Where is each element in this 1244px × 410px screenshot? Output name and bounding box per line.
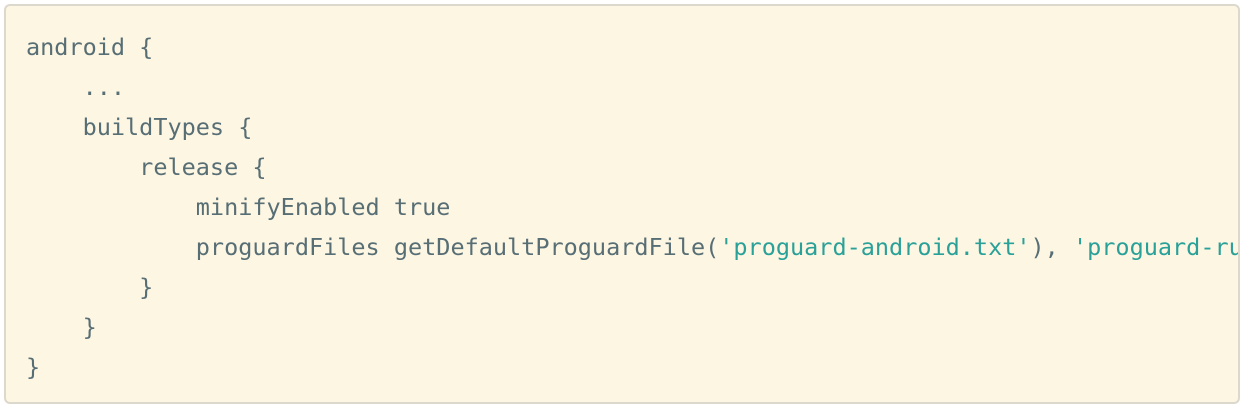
code-token: android { — [26, 33, 154, 61]
code-content: android { ... buildTypes { release { min… — [26, 27, 1240, 387]
code-string-literal: 'proguard-rules.pro' — [1072, 233, 1240, 261]
code-token: } — [26, 273, 154, 301]
code-token: proguardFiles getDefaultProguardFile( — [26, 233, 720, 261]
code-line: minifyEnabled true — [26, 187, 1238, 227]
code-line: } — [26, 267, 1238, 307]
code-token: minifyEnabled true — [26, 193, 451, 221]
code-line: } — [26, 307, 1238, 347]
code-token: } — [26, 353, 41, 381]
code-line: ... — [26, 67, 1238, 107]
code-token: buildTypes { — [26, 113, 253, 141]
code-line: release { — [26, 147, 1238, 187]
code-line: android { — [26, 27, 1238, 67]
code-line: buildTypes { — [26, 107, 1238, 147]
code-token: ... — [26, 73, 126, 101]
code-block: android { ... buildTypes { release { min… — [4, 4, 1240, 404]
code-line: proguardFiles getDefaultProguardFile('pr… — [26, 227, 1240, 267]
code-token: ), — [1030, 233, 1073, 261]
code-string-literal: 'proguard-android.txt' — [719, 233, 1031, 261]
code-token: } — [26, 313, 97, 341]
code-line: } — [26, 347, 1238, 387]
code-token: release { — [26, 153, 267, 181]
